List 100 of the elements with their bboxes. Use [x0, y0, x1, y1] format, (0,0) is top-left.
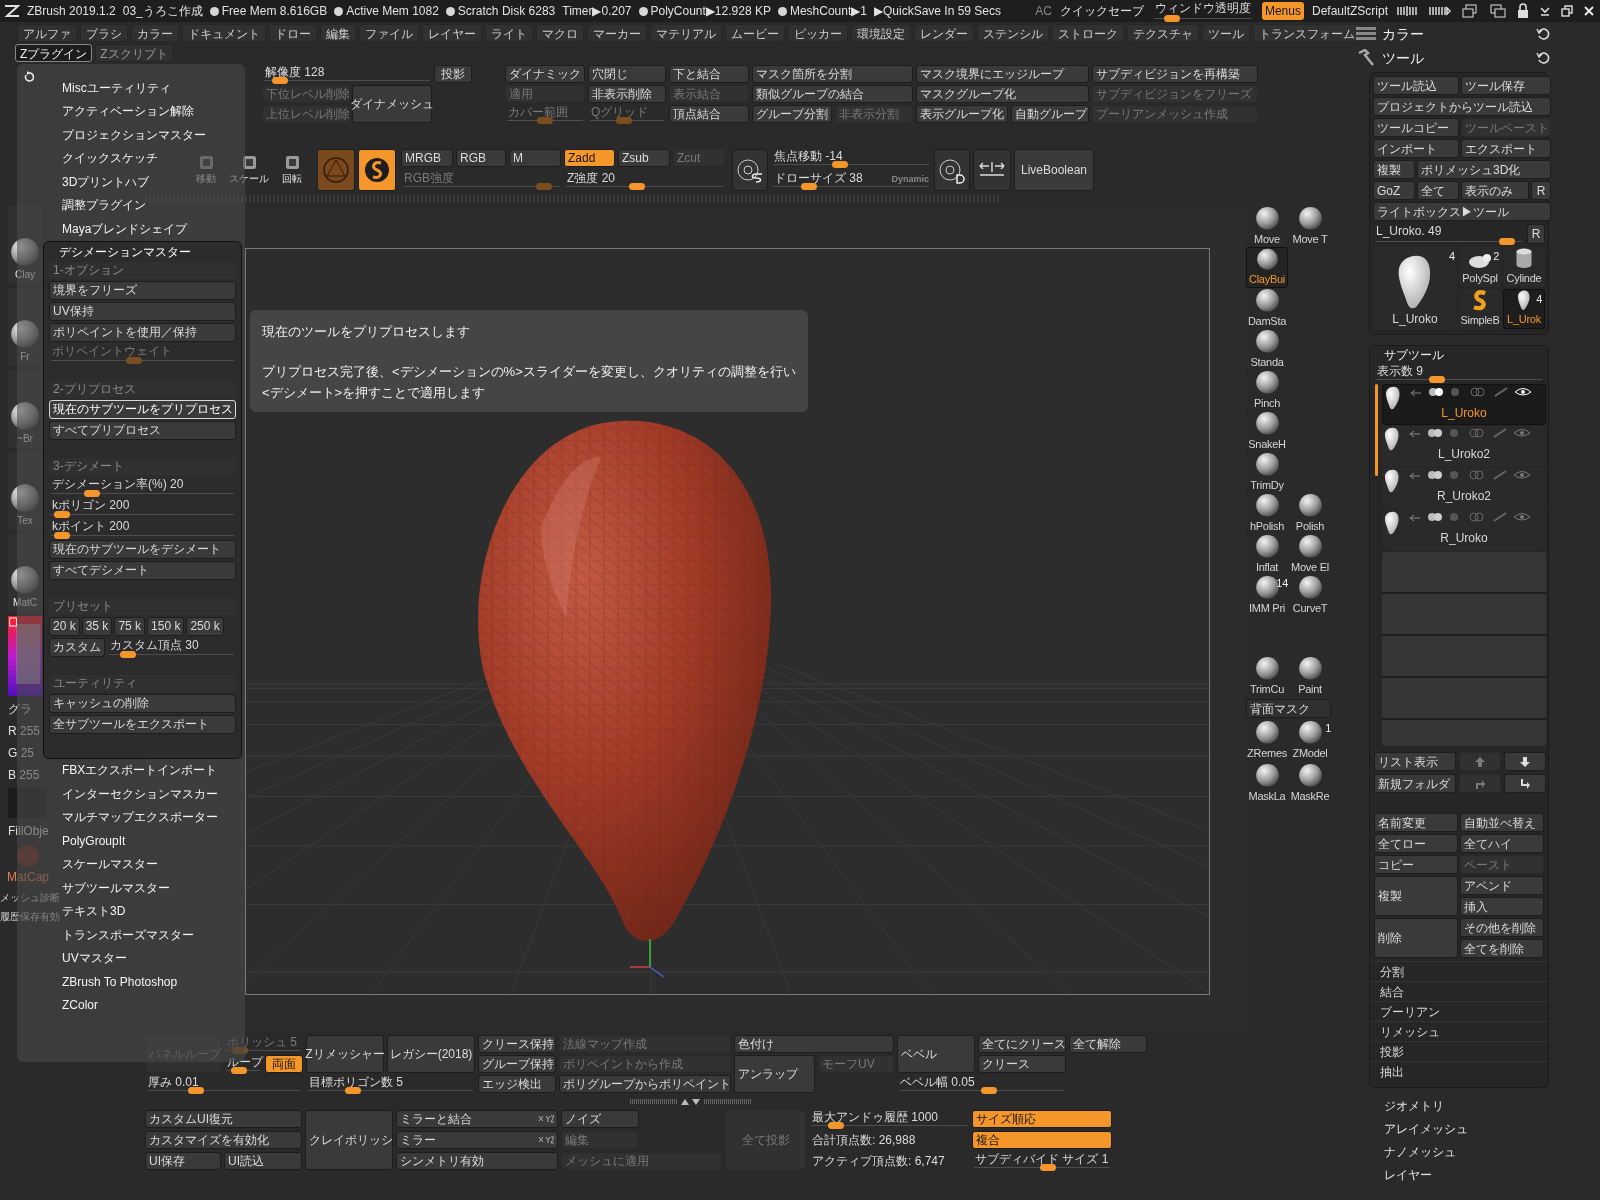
shelf-button[interactable]: インポート — [1373, 139, 1459, 158]
menu-bar-item[interactable]: カラー — [131, 23, 179, 42]
shelf-button[interactable]: 表示グループ化 — [916, 105, 1008, 123]
shelf-button[interactable]: マスク境界にエッジループ — [916, 65, 1089, 83]
shelf-button[interactable]: 75 k — [114, 616, 146, 636]
shelf-button[interactable]: 挿入 — [1460, 897, 1544, 916]
collapse-arrows-icon[interactable] — [680, 1097, 702, 1106]
shelf-button[interactable]: カスタマイズを有効化 — [145, 1131, 302, 1149]
menu-bar-item[interactable]: レンダー — [914, 23, 974, 42]
palette-header[interactable]: ツール — [1382, 47, 1424, 69]
shelf-button[interactable]: Zsub — [618, 149, 670, 167]
shelf-button[interactable]: 全てを削除 — [1460, 939, 1544, 958]
shelf-button[interactable]: サブディビジョンを再構築 — [1092, 65, 1258, 83]
shelf-button[interactable]: サイズ順応 — [972, 1110, 1112, 1128]
menu-bar-item[interactable]: ドロー — [269, 23, 317, 42]
transparency-slider[interactable]: ウィンドウ透明度 — [1151, 1, 1254, 21]
slider[interactable]: ベベル幅 0.05 — [897, 1075, 1066, 1093]
menu-item[interactable]: 調整プラグイン — [62, 193, 146, 217]
quicksave-button[interactable]: クイックセーブ — [1059, 2, 1144, 20]
shelf-button[interactable]: コピー — [1374, 855, 1458, 874]
slider-handle[interactable] — [827, 1122, 844, 1129]
shelf-button[interactable]: その他を削除 — [1460, 918, 1544, 937]
shelf-button[interactable]: RGB — [456, 149, 506, 167]
shelf-button[interactable]: 投影 — [434, 65, 472, 83]
slider-handle[interactable] — [345, 1087, 362, 1094]
reset-icon[interactable] — [1536, 27, 1550, 41]
shelf-button[interactable]: M — [509, 149, 561, 167]
close-icon[interactable] — [1582, 4, 1596, 18]
shelf-button[interactable]: 非表示削除 — [588, 85, 666, 103]
tool-thumbnail[interactable]: L_Urok 4 — [1503, 289, 1545, 329]
slider[interactable]: サブディバイド サイズ 1 — [972, 1152, 1112, 1170]
minimize-icon[interactable] — [1538, 4, 1552, 18]
slider-handle[interactable] — [271, 77, 288, 84]
subpalette-header[interactable]: リメッシュ — [1370, 1021, 1548, 1041]
axis-toggle-icon[interactable] — [538, 1136, 554, 1144]
slider[interactable]: L_Uroko. 49 — [1373, 224, 1524, 244]
tool-thumbnail[interactable]: Cylinde — [1503, 247, 1545, 287]
menu-item[interactable]: サブツールマスター — [62, 876, 170, 900]
shelf-button[interactable]: 複合 — [972, 1131, 1112, 1149]
live-boolean-button[interactable]: LiveBoolean — [1014, 149, 1094, 191]
menu-bar-item[interactable]: トランスフォーム — [1253, 23, 1361, 42]
color-swatch[interactable] — [8, 788, 46, 818]
slider-handle[interactable] — [801, 183, 817, 190]
shelf-button[interactable]: 頂点結合 — [669, 105, 749, 123]
axis-toggle-icon[interactable] — [538, 1115, 554, 1123]
menu-bar-item[interactable]: マクロ — [536, 23, 584, 42]
menu-bar-item[interactable]: マテリアル — [650, 23, 722, 42]
menu-bar-item[interactable]: ライト — [485, 23, 533, 42]
subpalette-header[interactable]: 投影 — [1370, 1041, 1548, 1061]
symmetry-button[interactable] — [973, 149, 1011, 191]
brush-d-button[interactable] — [934, 149, 970, 191]
shelf-button[interactable]: 下と結合 — [669, 65, 749, 83]
shelf-button[interactable]: ポリグループからポリペイント — [559, 1075, 731, 1093]
stroke-button[interactable] — [358, 149, 396, 191]
shelf-button[interactable]: エッジ検出 — [478, 1075, 556, 1093]
shelf-button[interactable]: MRGB — [401, 149, 453, 167]
shelf-button[interactable]: 削除 — [1374, 918, 1458, 958]
shelf-button[interactable]: 穴閉じ — [588, 65, 666, 83]
slider-handle[interactable] — [1428, 376, 1445, 383]
shelf-button[interactable]: 表示のみ — [1461, 181, 1529, 200]
shelf-button[interactable]: 20 k — [49, 616, 80, 636]
menu-item[interactable]: 3Dプリントハブ — [62, 170, 150, 194]
shelf-button[interactable]: 自動並べ替え — [1460, 813, 1544, 832]
shelf-button[interactable]: ベベル — [897, 1035, 975, 1073]
menu-item[interactable]: Miscユーティリティ — [62, 76, 171, 100]
shelf-button[interactable]: 現在のサブツールをデシメート — [49, 539, 236, 559]
shelf-button[interactable]: 全サブツールをエクスポート — [49, 714, 236, 734]
shelf-button[interactable]: レガシー(2018) — [387, 1035, 475, 1073]
shelf-button[interactable]: プロジェクトからツール読込 — [1373, 97, 1551, 116]
arrow-button[interactable] — [1504, 752, 1546, 771]
menu-bar-item[interactable]: マーカー — [587, 23, 647, 42]
menu-bar-item[interactable]: ピッカー — [788, 23, 848, 42]
slider[interactable]: 解像度 128 — [262, 65, 432, 83]
menu-item[interactable]: ZBrush To Photoshop — [62, 970, 178, 994]
transform-tool-button[interactable]: スケール — [229, 149, 269, 191]
shelf-button[interactable]: ポリペイントを使用／保持 — [49, 322, 236, 342]
ruler-icon[interactable] — [1428, 5, 1452, 17]
menu-item[interactable]: UVマスター — [62, 946, 127, 970]
shelf-button[interactable]: アペンド — [1460, 876, 1544, 895]
menu-bar-item[interactable]: ファイル — [359, 23, 419, 42]
shelf-button[interactable]: 両面 — [265, 1055, 303, 1073]
shelf-button[interactable]: 全て解除 — [1069, 1035, 1147, 1053]
slider-handle[interactable] — [980, 1087, 997, 1094]
menus-button[interactable]: Menus — [1261, 2, 1304, 20]
shelf-button[interactable]: グループ保持 — [478, 1055, 556, 1073]
shelf-button[interactable]: 自動グループ — [1011, 105, 1089, 123]
shelf-button[interactable]: ミラーと結合 — [396, 1110, 558, 1128]
menu-bar-item[interactable]: Zスクリプト — [95, 44, 173, 62]
subpalette-header[interactable]: ブーリアン — [1370, 1001, 1548, 1021]
arrow-button[interactable] — [1504, 774, 1546, 793]
shelf-button[interactable]: エクスポート — [1461, 139, 1551, 158]
slider-handle[interactable] — [54, 531, 71, 539]
shelf-button[interactable]: UV保持 — [49, 301, 236, 321]
slider[interactable]: 厚み 0.01 — [145, 1075, 303, 1093]
subtool-item[interactable]: L_Uroko — [1382, 384, 1546, 425]
ruler-icon[interactable] — [1396, 5, 1420, 17]
shelf-button[interactable]: Zadd — [564, 149, 615, 167]
slider-handle[interactable] — [629, 183, 646, 190]
shelf-button[interactable]: UI読込 — [224, 1152, 302, 1170]
transform-tool-button[interactable]: 回転 — [272, 149, 312, 191]
